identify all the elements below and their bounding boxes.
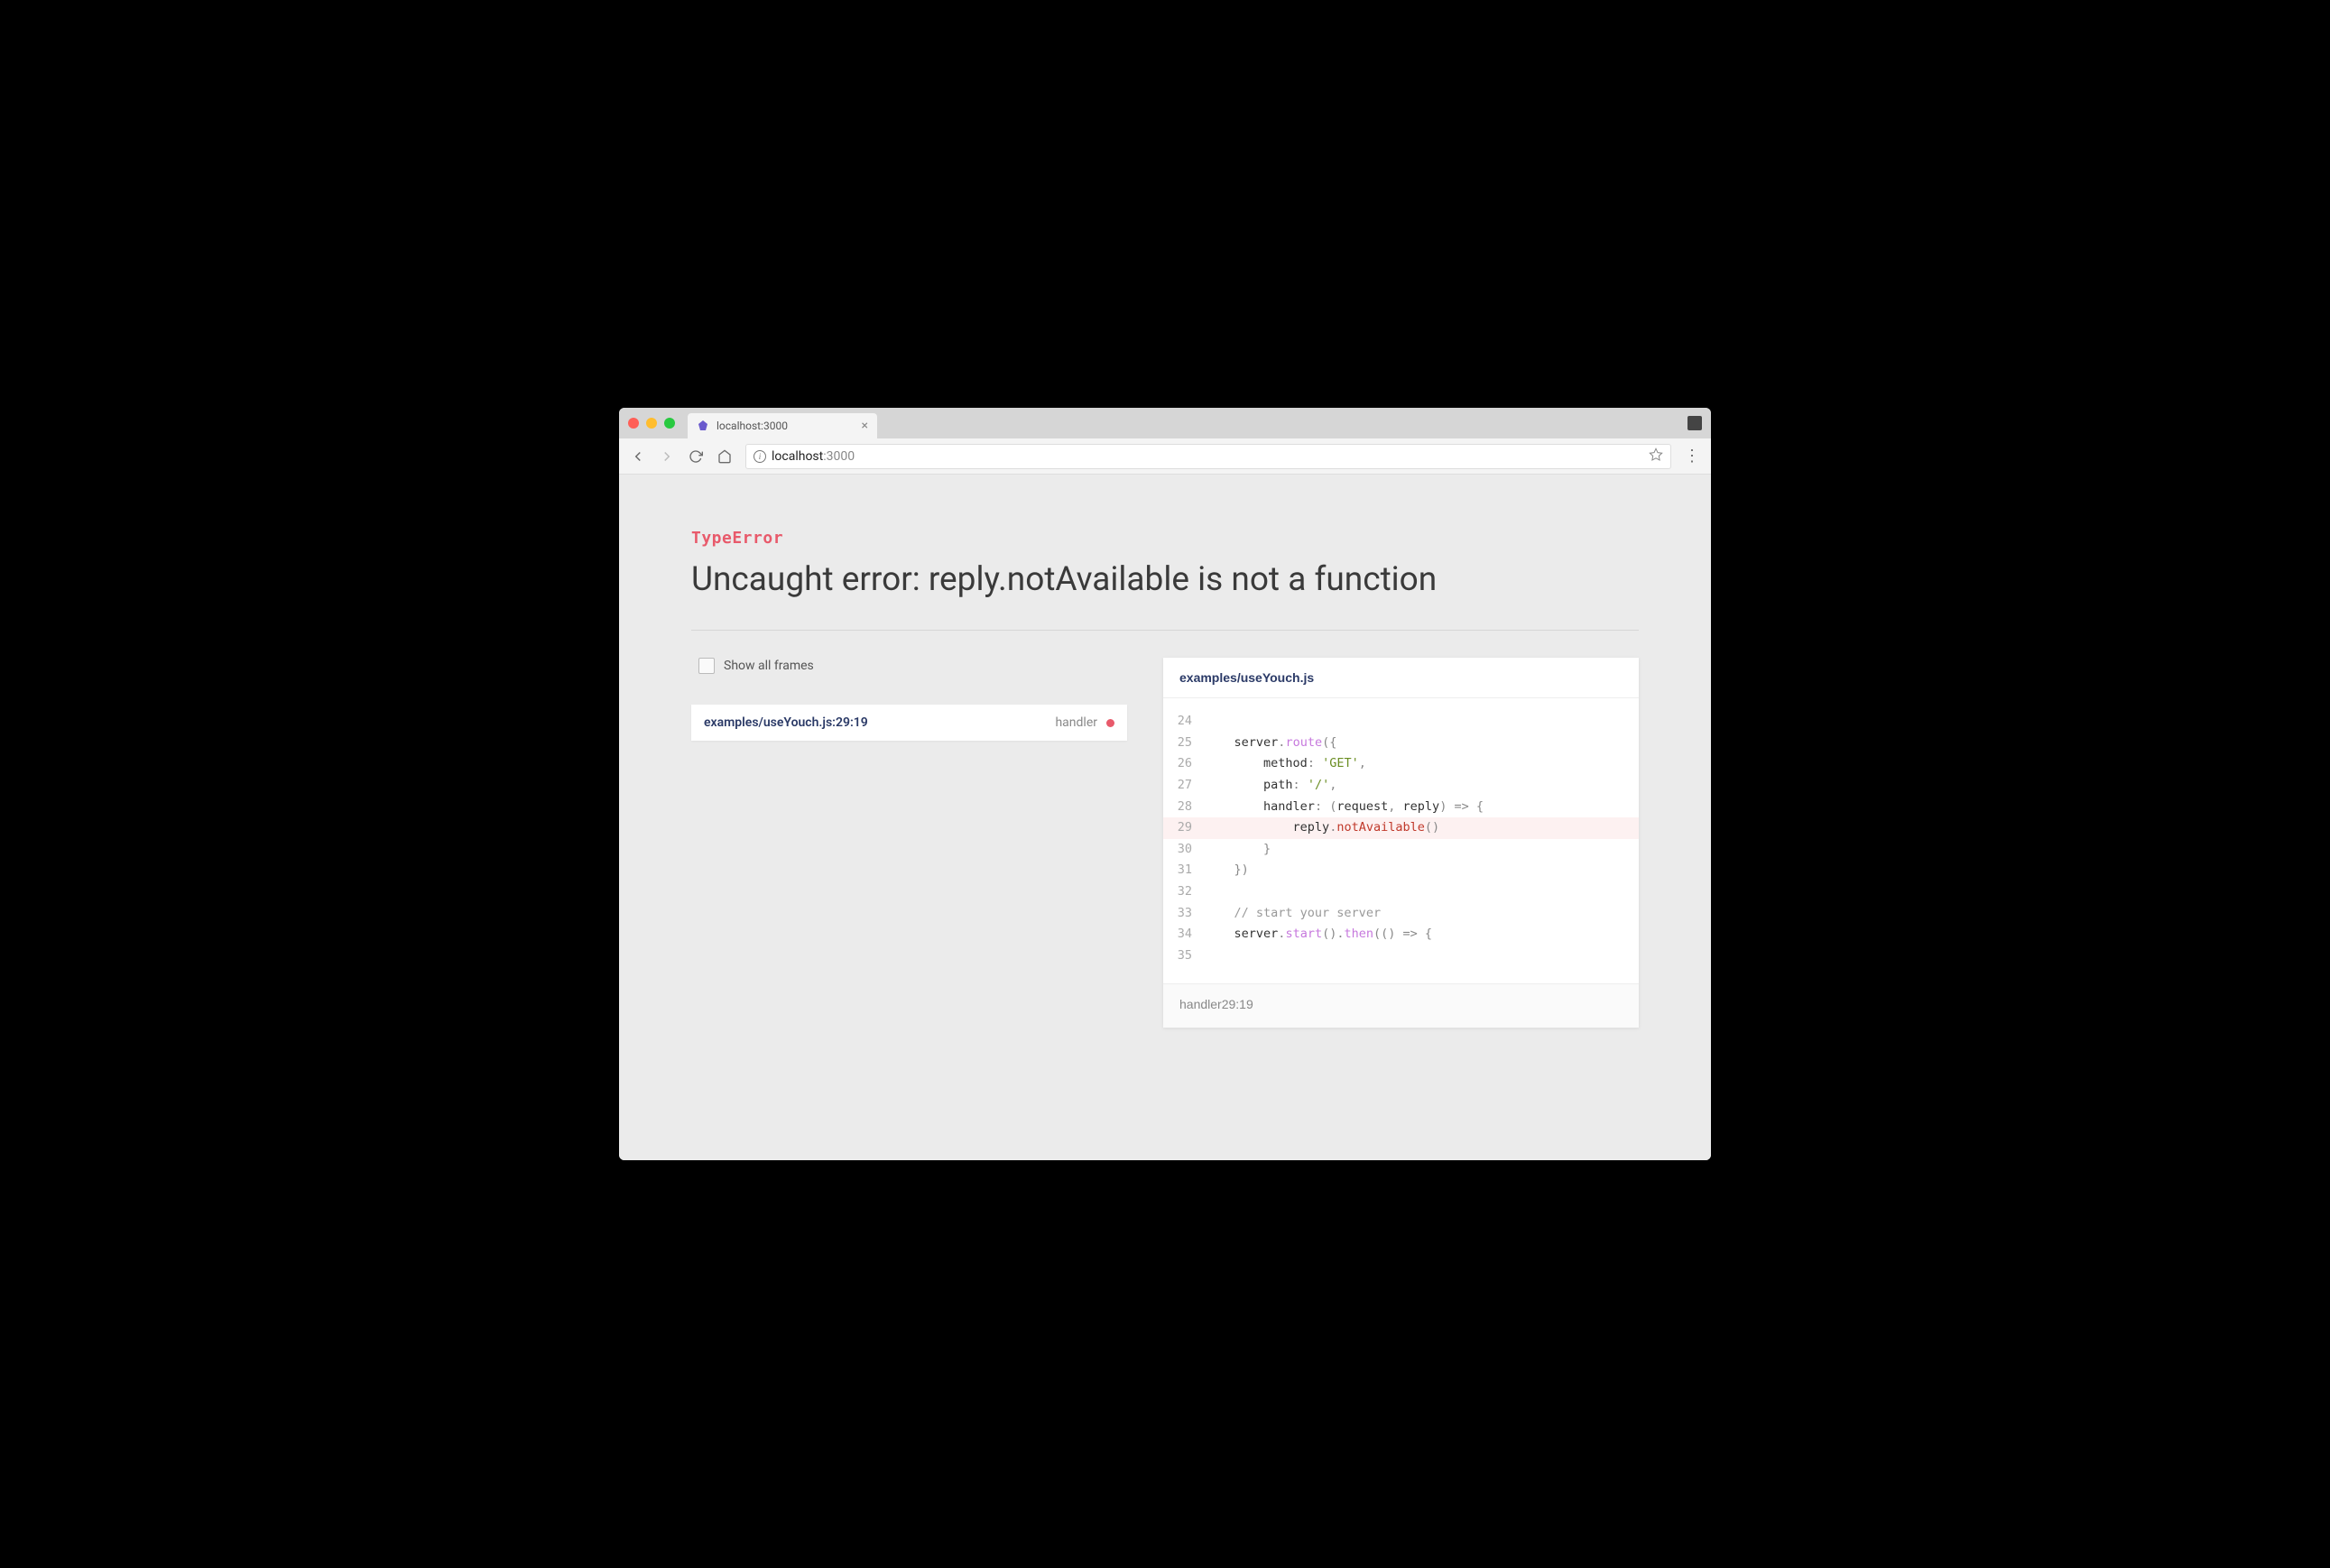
home-button[interactable] [717, 448, 733, 465]
code-line: 30 } [1163, 839, 1639, 861]
code-line: 26 method: 'GET', [1163, 753, 1639, 775]
code-text: reply.notAvailable() [1205, 817, 1639, 839]
code-text: } [1205, 839, 1639, 861]
toolbar: i localhost:3000 ⋮ [619, 438, 1711, 475]
stack-frame-item[interactable]: examples/useYouch.js:29:19 handler [691, 705, 1127, 741]
back-button[interactable] [630, 448, 646, 465]
line-number: 25 [1163, 733, 1205, 754]
close-tab-button[interactable]: × [862, 420, 868, 432]
error-type: TypeError [691, 529, 1639, 548]
code-line: 29 reply.notAvailable() [1163, 817, 1639, 839]
close-window-button[interactable] [628, 418, 639, 429]
code-text: }) [1205, 860, 1639, 881]
code-footer: handler29:19 [1163, 983, 1639, 1028]
browser-menu-button[interactable]: ⋮ [1684, 448, 1700, 465]
code-line: 31 }) [1163, 860, 1639, 881]
stack-frames-panel: Show all frames examples/useYouch.js:29:… [691, 658, 1127, 1028]
tab-title: localhost:3000 [717, 420, 788, 432]
line-number: 31 [1163, 860, 1205, 881]
url-host: localhost:3000 [772, 449, 855, 464]
page-content: TypeError Uncaught error: reply.notAvail… [619, 475, 1711, 1160]
line-number: 27 [1163, 775, 1205, 797]
line-number: 32 [1163, 881, 1205, 903]
frame-file: examples/useYouch.js:29:19 [704, 715, 868, 730]
code-file-header: examples/useYouch.js [1163, 658, 1639, 698]
divider [691, 630, 1639, 631]
code-text: server.start().then(() => { [1205, 924, 1639, 945]
show-all-frames-toggle[interactable]: Show all frames [691, 658, 1127, 674]
code-text [1205, 945, 1639, 967]
code-line: 35 [1163, 945, 1639, 967]
forward-button[interactable] [659, 448, 675, 465]
address-bar[interactable]: i localhost:3000 [745, 444, 1671, 469]
window-controls [628, 418, 675, 429]
show-all-frames-label: Show all frames [724, 659, 814, 673]
columns: Show all frames examples/useYouch.js:29:… [691, 658, 1639, 1028]
browser-window: localhost:3000 × i localhost:3000 ⋮ Type… [619, 408, 1711, 1160]
checkbox-icon[interactable] [698, 658, 715, 674]
reload-button[interactable] [688, 448, 704, 465]
line-number: 33 [1163, 903, 1205, 925]
code-text: server.route({ [1205, 733, 1639, 754]
code-text: method: 'GET', [1205, 753, 1639, 775]
code-line: 27 path: '/', [1163, 775, 1639, 797]
code-text [1205, 711, 1639, 733]
line-number: 28 [1163, 797, 1205, 818]
code-text: // start your server [1205, 903, 1639, 925]
line-number: 34 [1163, 924, 1205, 945]
code-line: 28 handler: (request, reply) => { [1163, 797, 1639, 818]
line-number: 26 [1163, 753, 1205, 775]
tab-bar: localhost:3000 × [619, 408, 1711, 438]
bookmark-star-icon[interactable] [1649, 447, 1663, 466]
code-line: 34 server.start().then(() => { [1163, 924, 1639, 945]
extension-icon[interactable] [1687, 416, 1702, 430]
code-body: 2425 server.route({26 method: 'GET',27 p… [1163, 698, 1639, 983]
site-info-icon[interactable]: i [754, 450, 766, 463]
maximize-window-button[interactable] [664, 418, 675, 429]
browser-tab[interactable]: localhost:3000 × [688, 413, 877, 438]
line-number: 30 [1163, 839, 1205, 861]
minimize-window-button[interactable] [646, 418, 657, 429]
frame-indicator-icon [1106, 719, 1114, 727]
error-title: Uncaught error: reply.notAvailable is no… [691, 560, 1639, 599]
line-number: 24 [1163, 711, 1205, 733]
favicon-icon [697, 420, 709, 432]
code-text: handler: (request, reply) => { [1205, 797, 1639, 818]
code-panel: examples/useYouch.js 2425 server.route({… [1163, 658, 1639, 1028]
frame-function: handler [1055, 715, 1097, 730]
line-number: 29 [1163, 817, 1205, 839]
code-line: 25 server.route({ [1163, 733, 1639, 754]
code-line: 33 // start your server [1163, 903, 1639, 925]
code-text [1205, 881, 1639, 903]
code-line: 32 [1163, 881, 1639, 903]
code-line: 24 [1163, 711, 1639, 733]
line-number: 35 [1163, 945, 1205, 967]
code-text: path: '/', [1205, 775, 1639, 797]
